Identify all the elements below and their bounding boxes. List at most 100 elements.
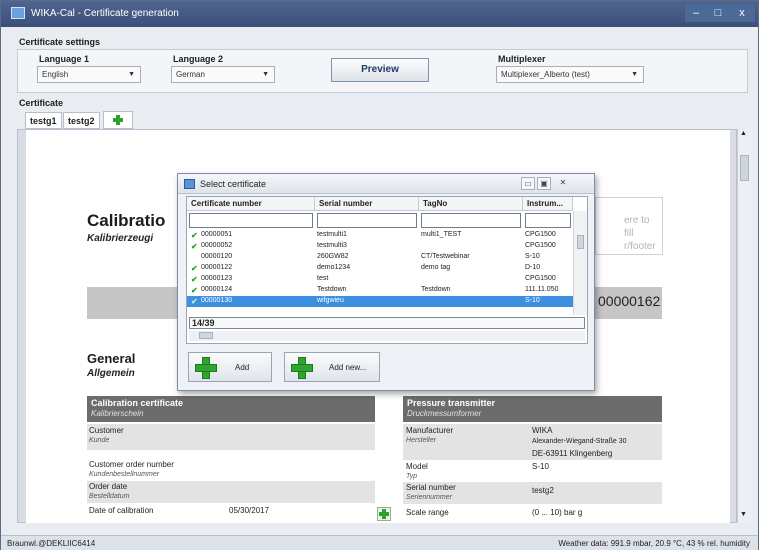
record-counter: 14/39	[189, 317, 585, 329]
language1-value: English	[42, 70, 69, 79]
plus-icon	[379, 509, 389, 519]
check-icon: ✔	[191, 231, 198, 240]
app-logo-icon	[11, 7, 25, 19]
table-row[interactable]: ✔ 00000123 test CPG1500	[187, 274, 575, 285]
cell-instrument: S-10	[525, 253, 540, 260]
scrollbar-thumb[interactable]	[740, 155, 749, 181]
chevron-down-icon: ▼	[631, 71, 638, 78]
pressure-transmitter-label: Pressure transmitter	[407, 398, 496, 408]
pressure-transmitter-header: Pressure transmitter Druckmessumformer	[403, 396, 662, 422]
dialog-minimize-button[interactable]: ▭	[521, 177, 535, 190]
add-tab-button[interactable]	[103, 111, 133, 129]
dialog-close-button[interactable]: ✕	[556, 177, 570, 190]
document-subtitle: Kalibrierzeugi	[87, 233, 154, 244]
table-row[interactable]: ✔ 00000124 Testdown Testdown 111.11.050	[187, 285, 575, 296]
header-footer-placeholder[interactable]: ere to fill r/footer	[595, 197, 663, 255]
dialog-title: Select certificate	[200, 179, 267, 189]
cell-certificate-number: 00000120	[201, 253, 233, 260]
tab-testg2[interactable]: testg2	[63, 112, 100, 129]
cell-serial-number: Testdown	[317, 286, 347, 293]
dialog-app-icon	[184, 179, 195, 189]
plus-icon	[113, 115, 123, 125]
app-window: WIKA-Cal - Certificate generation – □ x …	[0, 0, 759, 550]
certificate-number: 00000162	[598, 293, 661, 309]
grid-scrollbar-thumb[interactable]	[577, 235, 584, 249]
column-header-tagno[interactable]: TagNo	[419, 197, 523, 211]
filter-serial-number[interactable]	[317, 213, 417, 228]
dialog-maximize-button[interactable]: ▣	[537, 177, 551, 190]
cell-tagno: demo tag	[421, 264, 451, 271]
order-number-label: Customer order number	[89, 460, 174, 469]
cell-tagno: Testdown	[421, 286, 451, 293]
dialog-title-bar: Select certificate ▭ ▣ ✕	[178, 174, 594, 194]
certificate-section-label: Certificate	[19, 98, 64, 108]
grid-vertical-scrollbar[interactable]	[573, 211, 587, 315]
table-row[interactable]: ✔ 00000051 testmulti1 multi1_TEST CPG150…	[187, 230, 575, 241]
cell-serial-number: testmulti3	[317, 242, 347, 249]
add-new-button[interactable]: Add new...	[284, 352, 380, 382]
cell-instrument: 111.11.050	[525, 286, 559, 293]
certificate-grid: Certificate number Serial number TagNo I…	[186, 196, 588, 344]
model-label: Model	[406, 462, 428, 471]
column-header-instrument[interactable]: Instrum...	[523, 197, 573, 211]
cell-instrument: CPG1500	[525, 242, 556, 249]
status-weather: Weather data: 991.9 mbar, 20.9 °C, 43 % …	[558, 539, 750, 548]
plus-icon	[195, 357, 217, 379]
cell-certificate-number: 00000122	[201, 264, 233, 271]
column-header-certificate-number[interactable]: Certificate number	[187, 197, 315, 211]
status-user: Braunwl.@DEKLIIC6414	[7, 539, 96, 548]
check-icon: ✔	[191, 275, 198, 284]
model-value: S-10	[532, 462, 549, 471]
calibration-certificate-sub: Kalibrierschein	[91, 409, 144, 418]
chevron-down-icon: ▼	[128, 71, 135, 78]
cell-certificate-number: 00000130	[201, 297, 233, 304]
add-field-button[interactable]	[377, 507, 391, 521]
table-row[interactable]: ✔ 00000052 testmulti3 CPG1500	[187, 241, 575, 252]
order-date-label: Order date	[89, 482, 128, 491]
manufacturer-value: WIKA	[532, 426, 553, 435]
filter-certificate-number[interactable]	[189, 213, 313, 228]
filter-instrument[interactable]	[525, 213, 571, 228]
check-icon: ✔	[191, 264, 198, 273]
grid-horizontal-scrollbar[interactable]	[189, 331, 585, 341]
cell-serial-number: testmulti1	[317, 231, 347, 238]
add-new-button-label: Add new...	[329, 363, 367, 372]
general-subtitle: Allgemein	[87, 368, 135, 379]
pressure-transmitter-sub: Druckmessumformer	[407, 409, 482, 418]
maximize-button[interactable]: □	[707, 4, 729, 22]
language2-select[interactable]: German ▼	[171, 66, 275, 83]
tab-testg1[interactable]: testg1	[25, 112, 62, 129]
preview-button[interactable]: Preview	[331, 58, 429, 82]
check-icon: ✔	[191, 242, 198, 251]
footer-hint-line1: ere to fill	[624, 215, 650, 239]
language1-select[interactable]: English ▼	[37, 66, 141, 83]
add-button[interactable]: Add	[188, 352, 272, 382]
table-row[interactable]: 00000120 260GW82 CT/Testwebinar S-10	[187, 252, 575, 263]
manufacturer-address-line1: Alexander-Wiegand-Straße 30	[532, 438, 627, 445]
filter-tagno[interactable]	[421, 213, 521, 228]
order-number-sub: Kundenbestellnummer	[89, 471, 160, 478]
minimize-button[interactable]: –	[685, 4, 707, 22]
cell-instrument: CPG1500	[525, 231, 556, 238]
cell-tagno: CT/Testwebinar	[421, 253, 470, 260]
multiplexer-value: Multiplexer_Alberto (test)	[501, 70, 590, 79]
model-sub: Typ	[406, 473, 418, 480]
grid-hscroll-thumb[interactable]	[199, 332, 213, 339]
multiplexer-label: Multiplexer	[498, 54, 546, 64]
multiplexer-select[interactable]: Multiplexer_Alberto (test) ▼	[496, 66, 644, 83]
cell-serial-number: 260GW82	[317, 253, 349, 260]
customer-row	[87, 424, 375, 450]
language2-value: German	[176, 70, 205, 79]
scroll-down-icon[interactable]: ▼	[740, 511, 747, 518]
order-date-sub: Bestelldatum	[89, 493, 130, 500]
table-row-selected[interactable]: ✔ 00000130 wifgwieu S-10	[187, 296, 575, 307]
column-header-serial-number[interactable]: Serial number	[315, 197, 419, 211]
date-of-calibration-label: Date of calibration	[89, 506, 154, 515]
scale-range-value: (0 ... 10) bar g	[532, 508, 583, 517]
table-row[interactable]: ✔ 00000122 demo1234 demo tag D-10	[187, 263, 575, 274]
cell-instrument: D-10	[525, 264, 541, 271]
manufacturer-sub: Hersteller	[406, 437, 436, 444]
scroll-up-icon[interactable]: ▲	[740, 130, 747, 137]
close-button[interactable]: x	[729, 4, 755, 22]
vertical-scrollbar[interactable]: ▲ ▼	[737, 129, 751, 523]
